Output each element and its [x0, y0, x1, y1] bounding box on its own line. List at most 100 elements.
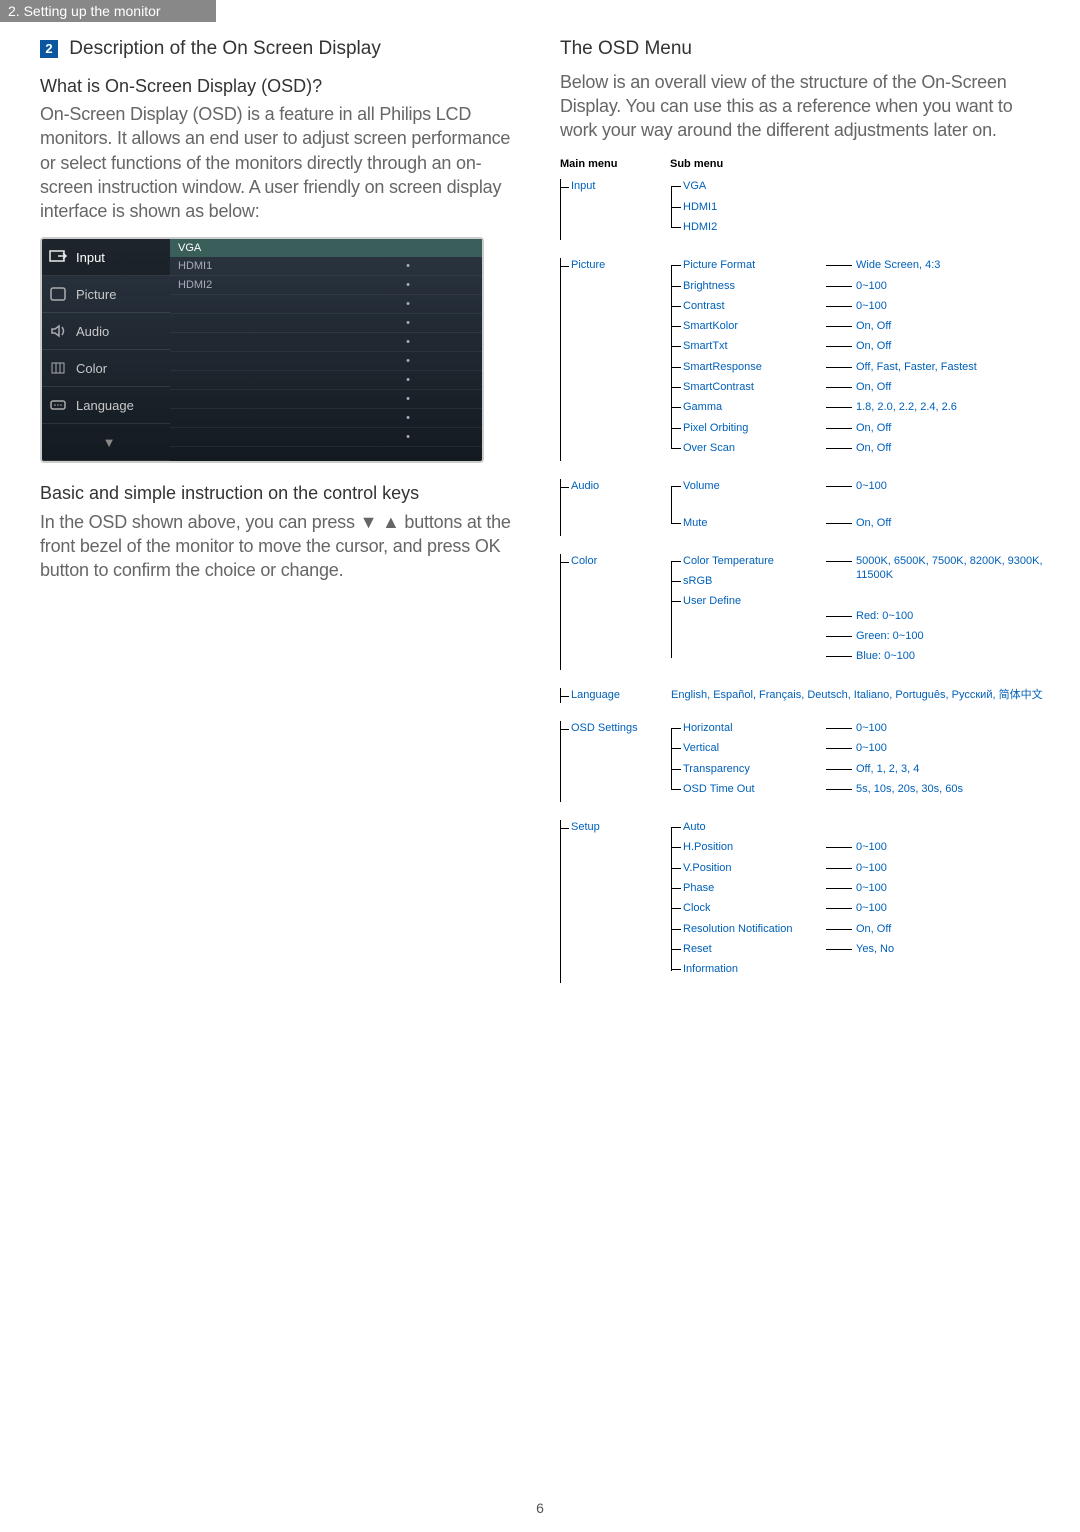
- keys-para: In the OSD shown above, you can press ▼ …: [40, 510, 530, 583]
- tree-val-item: On, Off: [826, 339, 1050, 353]
- tree-val-item: [826, 962, 1050, 976]
- tree-val-item: 0~100: [826, 479, 1050, 493]
- tree-val-item: 0~100: [826, 721, 1050, 735]
- tree-group: LanguageEnglish, Español, Français, Deut…: [560, 688, 1050, 703]
- tree-sub-item: Contrast: [671, 299, 826, 313]
- osd-tab-language: Language: [42, 387, 170, 424]
- tree-main-label: Color: [560, 554, 671, 670]
- osd-tab-more: ▼: [42, 424, 170, 461]
- tree-sub-item: Volume: [671, 479, 826, 493]
- tree-main-label: Setup: [560, 820, 671, 982]
- tree-val-item: On, Off: [826, 421, 1050, 435]
- tree-group: ColorColor TemperaturesRGBUser Define500…: [560, 554, 1050, 670]
- tree-val-item: 5s, 10s, 20s, 30s, 60s: [826, 782, 1050, 796]
- tree-sub-item: Resolution Notification: [671, 922, 826, 936]
- osd-tab-label: Color: [76, 360, 107, 378]
- tree-val-item: Off, 1, 2, 3, 4: [826, 762, 1050, 776]
- tree-sub-item: Phase: [671, 881, 826, 895]
- tree-val-item: 0~100: [826, 861, 1050, 875]
- tree-sub-item: SmartContrast: [671, 380, 826, 394]
- tree-val-item: On, Off: [826, 516, 1050, 530]
- osd-tab-label: Picture: [76, 286, 116, 304]
- input-icon: [48, 247, 68, 267]
- osd-tab-label: Language: [76, 397, 134, 415]
- tree-val-col: Wide Screen, 4:30~1000~100On, OffOn, Off…: [826, 258, 1050, 461]
- tree-inline-text: English, Español, Français, Deutsch, Ita…: [671, 688, 1050, 703]
- tree-val-item: 0~100: [826, 741, 1050, 755]
- tree-sub-item: HDMI2: [671, 220, 826, 234]
- osd-tab-color: Color: [42, 350, 170, 387]
- tree-main-label: Input: [560, 179, 671, 240]
- tree-val-item: 0~100: [826, 901, 1050, 915]
- tree-val-item: On, Off: [826, 441, 1050, 455]
- osd-tab-audio: Audio: [42, 313, 170, 350]
- tree-val-item: [826, 588, 1050, 602]
- tree-sub-item: Information: [671, 962, 826, 976]
- tree-val-item: [826, 200, 1050, 214]
- osd-question-para: On-Screen Display (OSD) is a feature in …: [40, 102, 530, 223]
- tree-sub-item: Over Scan: [671, 441, 826, 455]
- tree-sub-item: VGA: [671, 179, 826, 193]
- tree-sub-item: SmartTxt: [671, 339, 826, 353]
- tree-val-item: On, Off: [826, 319, 1050, 333]
- tree-val-col: 0~100 On, Off: [826, 479, 1050, 536]
- osd-tab-input: Input: [42, 239, 170, 276]
- tree-val-item: 0~100: [826, 279, 1050, 293]
- tree-sub-item: User Define: [671, 594, 826, 608]
- osd-tab-picture: Picture: [42, 276, 170, 313]
- tree-val-item: 5000K, 6500K, 7500K, 8200K, 9300K, 11500…: [826, 554, 1050, 583]
- osd-menu-title: The OSD Menu: [560, 36, 1050, 62]
- tree-val-item: 0~100: [826, 881, 1050, 895]
- osd-question-title: What is On-Screen Display (OSD)?: [40, 74, 530, 98]
- page-number: 6: [0, 1500, 1080, 1516]
- tree-main-label: Picture: [560, 258, 671, 461]
- tree-head-sub: Sub menu: [670, 157, 820, 172]
- language-icon: [48, 395, 68, 415]
- section-number: 2: [40, 40, 58, 58]
- tree-val-item: Off, Fast, Faster, Fastest: [826, 360, 1050, 374]
- osd-menu-intro: Below is an overall view of the structur…: [560, 70, 1050, 143]
- tree-sub-item: Picture Format: [671, 258, 826, 272]
- picture-icon: [48, 284, 68, 304]
- tree-sub-item: HDMI1: [671, 200, 826, 214]
- audio-icon: [48, 321, 68, 341]
- tree-val-col: [826, 179, 1050, 240]
- tree-group: PicturePicture Format Brightness Contrast S…: [560, 258, 1050, 461]
- tree-sub-item: Transparency: [671, 762, 826, 776]
- osd-tab-label: Input: [76, 249, 105, 267]
- tree-val-item: 0~100: [826, 840, 1050, 854]
- section-title: 2 Description of the On Screen Display: [40, 36, 530, 62]
- tree-val-item: On, Off: [826, 380, 1050, 394]
- tree-sub-item: Pixel Orbiting: [671, 421, 826, 435]
- tree-val-item: [826, 220, 1050, 234]
- tree-val-item: Red: 0~100: [826, 609, 1050, 623]
- osd-tree: Main menu Sub menu InputVGA HDMI1 HDMI2 Pi…: [560, 157, 1050, 983]
- tree-sub-col: Color TemperaturesRGBUser Define: [671, 554, 826, 670]
- tree-val-item: Yes, No: [826, 942, 1050, 956]
- tree-val-col: 5000K, 6500K, 7500K, 8200K, 9300K, 11500…: [826, 554, 1050, 670]
- tree-sub-col: VGA HDMI1 HDMI2: [671, 179, 826, 240]
- tree-sub-item: OSD Time Out: [671, 782, 826, 796]
- tree-group: OSD SettingsHorizontal Vertical Transparen…: [560, 721, 1050, 802]
- tree-head-main: Main menu: [560, 157, 670, 172]
- tree-val-item: 1.8, 2.0, 2.2, 2.4, 2.6: [826, 400, 1050, 414]
- tree-sub-item: Reset: [671, 942, 826, 956]
- tree-main-label: OSD Settings: [560, 721, 671, 802]
- tree-sub-item: SmartResponse: [671, 360, 826, 374]
- tree-val-item: Green: 0~100: [826, 629, 1050, 643]
- osd-row-value: HDMI1: [170, 257, 326, 275]
- tree-sub-item: Brightness: [671, 279, 826, 293]
- tree-sub-item: Color Temperature: [671, 554, 826, 568]
- tree-group: SetupAutoH.PositionV.PositionPhaseClockR…: [560, 820, 1050, 982]
- tree-sub-item: Vertical: [671, 741, 826, 755]
- tree-val-item: Blue: 0~100: [826, 649, 1050, 663]
- tree-main-label: Language: [560, 688, 671, 703]
- tree-sub-item: Mute: [671, 516, 826, 530]
- tree-val-item: 0~100: [826, 299, 1050, 313]
- tree-sub-col: Horizontal Vertical Transparency OSD Time O…: [671, 721, 826, 802]
- tree-sub-item: Horizontal: [671, 721, 826, 735]
- section-title-text: Description of the On Screen Display: [69, 38, 381, 59]
- color-icon: [48, 358, 68, 378]
- osd-selected-header: VGA: [170, 239, 326, 257]
- tree-sub-col: AutoH.PositionV.PositionPhaseClockResolu…: [671, 820, 826, 982]
